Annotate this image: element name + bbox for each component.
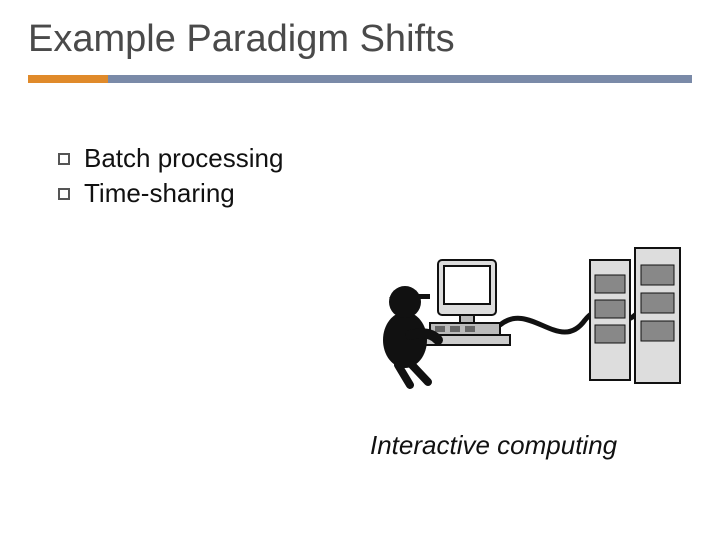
divider-rest — [108, 75, 692, 83]
divider — [28, 75, 692, 83]
list-item: Time-sharing — [58, 178, 692, 209]
interactive-computing-illustration — [350, 220, 690, 400]
bullet-text: Time-sharing — [84, 178, 235, 209]
slide-title: Example Paradigm Shifts — [28, 18, 692, 61]
server-icon — [635, 248, 680, 383]
person-icon — [383, 286, 438, 385]
bullet-text: Batch processing — [84, 143, 283, 174]
divider-accent — [28, 75, 108, 83]
slide: Example Paradigm Shifts Batch processing… — [0, 0, 720, 540]
bullet-list: Batch processing Time-sharing — [58, 143, 692, 209]
illustration-caption: Interactive computing — [370, 430, 617, 461]
list-item: Batch processing — [58, 143, 692, 174]
bullet-marker-icon — [58, 188, 70, 200]
bullet-marker-icon — [58, 153, 70, 165]
server-icon — [590, 260, 630, 380]
